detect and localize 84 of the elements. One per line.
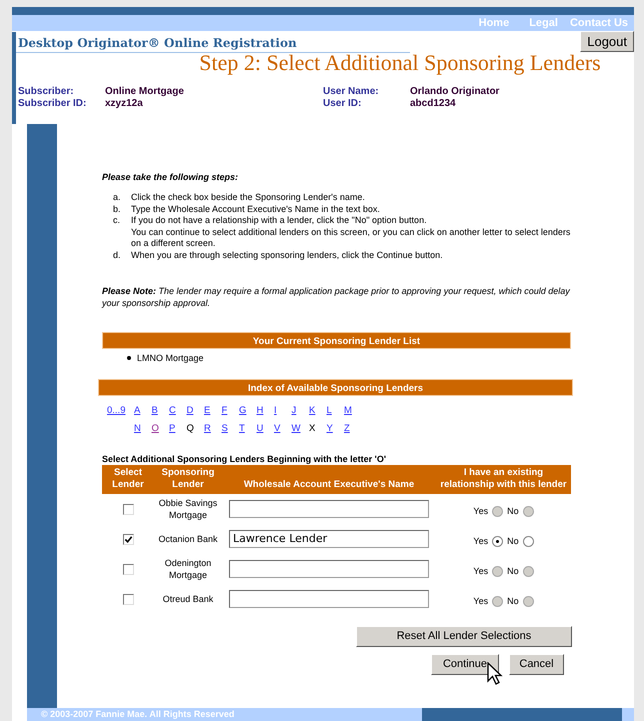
letter-link[interactable]: P (169, 423, 176, 434)
info-value: Orlando Originator (410, 86, 500, 97)
radio-label: No (507, 565, 519, 578)
executive-name-field[interactable] (229, 500, 429, 518)
letter-link[interactable]: K (309, 405, 316, 416)
letter-link[interactable]: U (256, 423, 264, 434)
index-letter-text: X (309, 423, 316, 434)
step-text: You can continue to select additional lenders on this screen, or you can click on another letter to select lenders on a different screen. (131, 226, 571, 250)
reset-button[interactable]: Reset All Lender Selections (356, 626, 572, 647)
letter-link[interactable]: J (292, 405, 296, 416)
column-header: Wholesale Account Executive's Name (222, 464, 436, 494)
step-marker: a. (113, 192, 122, 204)
table-caption: Select Additional Sponsoring Lenders Beginning with the letter 'O' (102, 454, 387, 464)
yes-radio[interactable] (492, 536, 504, 547)
radio-label: No (507, 505, 519, 518)
step-text: Type the Wholesale Account Executive's Name in the text box. (131, 204, 381, 216)
letter-link[interactable]: F (222, 405, 228, 416)
letter-link[interactable]: D (186, 405, 194, 416)
column-header: Select Lender (102, 464, 154, 494)
radio-label: Yes (473, 505, 488, 518)
step-text: If you do not have a relationship with a lender, click the "No" option button. (131, 215, 428, 227)
letter-link[interactable]: V (274, 423, 280, 434)
letter-link[interactable]: 0...9 (107, 405, 126, 416)
letter-link[interactable]: O (152, 423, 159, 434)
letter-link[interactable]: E (204, 405, 210, 416)
info-value: Online Mortgage (105, 86, 185, 97)
cancel-button[interactable]: Cancel (509, 654, 564, 675)
info-label: Subscriber: (17, 86, 75, 97)
copyright-text: © 2003-2007 Fannie Mae. All Rights Reserved (40, 708, 234, 721)
index-letter-text: Q (186, 423, 194, 434)
letter-link[interactable]: S (222, 423, 228, 434)
select-checkbox[interactable] (122, 534, 134, 545)
radio-label: No (507, 535, 519, 548)
letter-link[interactable]: A (134, 405, 140, 416)
letter-link[interactable]: L (326, 405, 332, 416)
section-header: Index of Available Sponsoring Lenders (98, 378, 573, 396)
radio-label: Yes (473, 595, 488, 608)
lender-name: LMNO Mortgage (137, 352, 204, 363)
executive-name-field[interactable] (229, 560, 429, 578)
lender-name: Odenington Mortgage (164, 558, 212, 580)
letter-link[interactable]: Z (344, 423, 350, 434)
radio-label: Yes (473, 535, 488, 548)
letter-link[interactable]: H (256, 405, 264, 416)
letter-link[interactable]: W (292, 423, 300, 434)
executive-name-field[interactable] (229, 590, 429, 608)
step-text: Click the check box beside the Sponsoring Lender's name. (131, 192, 366, 204)
section-header: Your Current Sponsoring Lender List (102, 332, 571, 349)
letter-link[interactable]: N (134, 423, 141, 434)
letter-link[interactable]: I (274, 405, 277, 416)
no-radio[interactable] (522, 536, 534, 547)
info-label: Subscriber ID: (17, 98, 88, 109)
step-marker: b. (113, 204, 122, 216)
letter-link[interactable]: C (169, 405, 176, 416)
letter-link[interactable]: R (204, 423, 211, 434)
letter-link[interactable]: B (152, 405, 158, 416)
letter-link[interactable]: G (239, 405, 246, 416)
step-marker: c. (113, 215, 122, 227)
logout-button[interactable]: Logout (580, 31, 634, 52)
app-title: Desktop Originator® Online Registration (16, 32, 410, 53)
step-marker: d. (113, 250, 122, 262)
radio-label: Yes (473, 565, 488, 578)
info-value: xzyz12a (105, 98, 144, 109)
mouse-cursor-icon (487, 662, 503, 686)
letter-link[interactable]: M (344, 405, 352, 416)
step-title: Step 2: Select Additional Sponsoring Lenders (198, 50, 602, 76)
select-checkbox[interactable] (122, 504, 134, 515)
executive-name-field[interactable]: Lawrence Lender (229, 530, 429, 548)
column-header: Sponsoring Lender (154, 464, 222, 494)
letter-link[interactable]: Y (326, 423, 333, 434)
info-label: User ID: (322, 98, 362, 109)
column-header: I have an existing relationship with this lender (436, 464, 571, 494)
letter-link[interactable]: T (239, 423, 245, 434)
lender-name: Obbie Savings Mortgage (158, 498, 218, 520)
lender-name: Otreud Bank (162, 594, 214, 604)
step-text: When you are through selecting sponsoring lenders, click the Continue button. (131, 250, 444, 262)
select-checkbox[interactable] (122, 564, 134, 575)
note-text: Please Note: The lender may require a formal application package prior to approving your request, which could delay your sponsorship approval. (102, 284, 571, 309)
lender-name: Octanion Bank (158, 534, 218, 544)
bullet-icon (127, 356, 131, 360)
info-value: abcd1234 (410, 98, 457, 109)
select-checkbox[interactable] (122, 594, 134, 605)
radio-label: No (507, 595, 519, 608)
instructions-heading: Please take the following steps: (102, 172, 240, 182)
info-label: User Name: (322, 86, 380, 97)
